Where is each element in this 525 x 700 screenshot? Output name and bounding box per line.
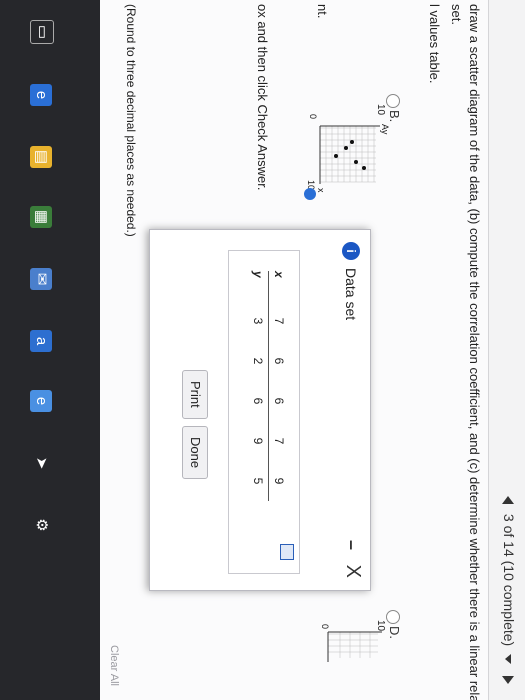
option-b-radio[interactable] xyxy=(386,94,400,108)
dialog-title: Data set xyxy=(343,268,359,321)
data-table-frame: x 7 6 6 7 9 y 3 2 6 9 5 xyxy=(228,250,300,574)
gear-icon[interactable]: ⚙ xyxy=(30,514,52,536)
chevron-down-icon[interactable] xyxy=(504,654,511,665)
option-d-radio[interactable] xyxy=(386,610,400,624)
round-note: (Round to three decimal places as needed… xyxy=(124,4,138,237)
taskbar: ▭ e ▤ ▦ ✉ a e ➤ ⚙ xyxy=(0,0,100,700)
question-text-line1: draw a scatter diagram of the data, (b) … xyxy=(467,4,482,700)
y-value: 6 xyxy=(251,397,265,405)
x-value: 6 xyxy=(268,381,289,421)
previous-question-icon[interactable] xyxy=(501,496,514,505)
option-b-point xyxy=(350,140,354,144)
screen: 3 of 14 (10 complete) draw a scatter dia… xyxy=(0,0,525,700)
zoom-icon[interactable] xyxy=(304,188,316,200)
print-button[interactable]: Print xyxy=(182,370,208,419)
edge-browser-icon[interactable]: e xyxy=(30,84,52,106)
option-b-ylabel: Ay xyxy=(380,124,390,135)
option-d-label: D. xyxy=(387,626,402,639)
x-value: 9 xyxy=(268,461,289,501)
progress-indicator[interactable]: 3 of 14 (10 complete) xyxy=(501,496,517,684)
option-d-scatter-plot xyxy=(324,628,384,668)
x-header: x xyxy=(268,271,289,301)
store-icon[interactable]: ▦ xyxy=(30,206,52,228)
data-set-dialog: i Data set – X x 7 6 6 7 9 y 3 2 6 9 5 P… xyxy=(149,229,371,591)
option-b-xlabel: x xyxy=(316,188,326,193)
app-icon[interactable]: a xyxy=(30,330,52,352)
option-d-origin: 0 xyxy=(320,624,330,630)
internet-explorer-icon[interactable]: e xyxy=(30,390,52,412)
x-value: 7 xyxy=(268,421,289,461)
instruction-text: ox and then click Check Answer. xyxy=(255,4,270,191)
info-icon: i xyxy=(342,242,360,260)
answer-label-text: nt. xyxy=(315,4,330,19)
option-b-point xyxy=(334,154,338,158)
option-b-point xyxy=(344,146,348,150)
next-question-icon[interactable] xyxy=(501,676,514,684)
table-row-x: x 7 6 6 7 9 xyxy=(268,271,289,501)
option-d-ytick-top: 10 xyxy=(375,620,386,632)
y-value: 9 xyxy=(251,437,265,445)
y-value: 3 xyxy=(251,317,265,325)
question-text-line2: set. xyxy=(449,4,464,25)
y-header: y xyxy=(251,271,265,278)
y-value: 5 xyxy=(251,477,265,485)
question-text-line3: l values table. xyxy=(427,4,442,84)
progress-text: 3 of 14 (10 complete) xyxy=(501,513,517,647)
clear-all-button[interactable]: Clear All xyxy=(108,645,120,686)
top-bar: 3 of 14 (10 complete) xyxy=(488,0,525,700)
mail-icon[interactable]: ✉ xyxy=(30,268,52,290)
y-value: 2 xyxy=(251,357,265,365)
done-button[interactable]: Done xyxy=(182,426,208,480)
paper-plane-icon[interactable]: ➤ xyxy=(30,452,52,474)
option-b-ytick-top: 10 xyxy=(375,104,386,116)
task-view-icon[interactable]: ▭ xyxy=(30,20,54,44)
close-button[interactable]: X xyxy=(341,565,364,578)
option-b-origin: 0 xyxy=(308,114,318,120)
option-b-scatter-plot xyxy=(314,118,384,188)
x-value: 7 xyxy=(268,301,289,341)
data-table: x 7 6 6 7 9 y 3 2 6 9 5 xyxy=(248,271,289,501)
option-b-label: B. xyxy=(387,110,402,123)
table-row-y: y 3 2 6 9 5 xyxy=(248,271,269,501)
option-b-point xyxy=(362,166,366,170)
x-value: 6 xyxy=(268,341,289,381)
option-b-point xyxy=(354,160,358,164)
minimize-button[interactable]: – xyxy=(341,540,362,550)
file-explorer-icon[interactable]: ▤ xyxy=(30,146,52,168)
